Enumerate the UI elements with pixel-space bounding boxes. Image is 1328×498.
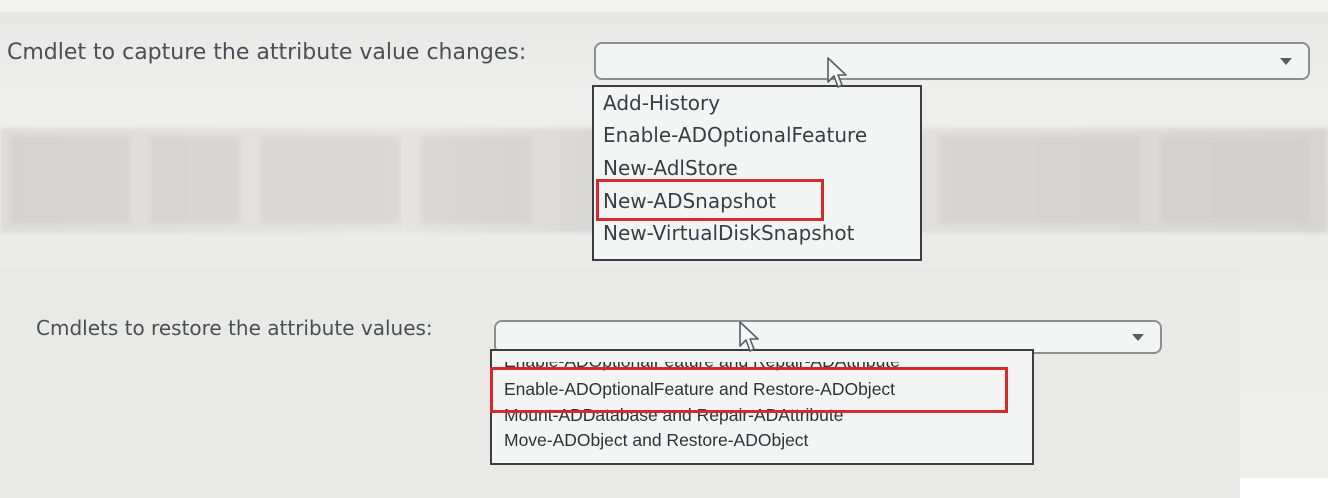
chevron-down-icon[interactable] — [1132, 334, 1144, 341]
mouse-pointer-icon — [739, 321, 759, 352]
chevron-down-icon[interactable] — [1280, 58, 1292, 65]
capture-cmdlet-dropdown[interactable] — [594, 42, 1310, 80]
option-new-adlstore[interactable]: New-AdlStore — [603, 156, 738, 180]
top-strip — [0, 0, 1328, 12]
capture-question-label: Cmdlet to capture the attribute value ch… — [7, 40, 527, 65]
option-add-history[interactable]: Add-History — [603, 91, 720, 115]
answer-highlight-box — [596, 179, 824, 221]
option-move-adobject-restore-adobject[interactable]: Move-ADObject and Restore-ADObject — [504, 430, 808, 451]
option-clip-mask — [492, 351, 1032, 362]
option-new-virtualdisksnapshot[interactable]: New-VirtualDiskSnapshot — [603, 221, 854, 245]
white-corner — [1240, 478, 1328, 498]
capture-cmdlet-options: Add-History Enable-ADOptionalFeature New… — [592, 85, 922, 261]
option-enable-adoptionalfeature[interactable]: Enable-ADOptionalFeature — [603, 123, 867, 147]
answer-highlight-box — [490, 367, 1008, 413]
restore-question-label: Cmdlets to restore the attribute values: — [36, 316, 433, 340]
mouse-pointer-icon — [827, 57, 847, 88]
